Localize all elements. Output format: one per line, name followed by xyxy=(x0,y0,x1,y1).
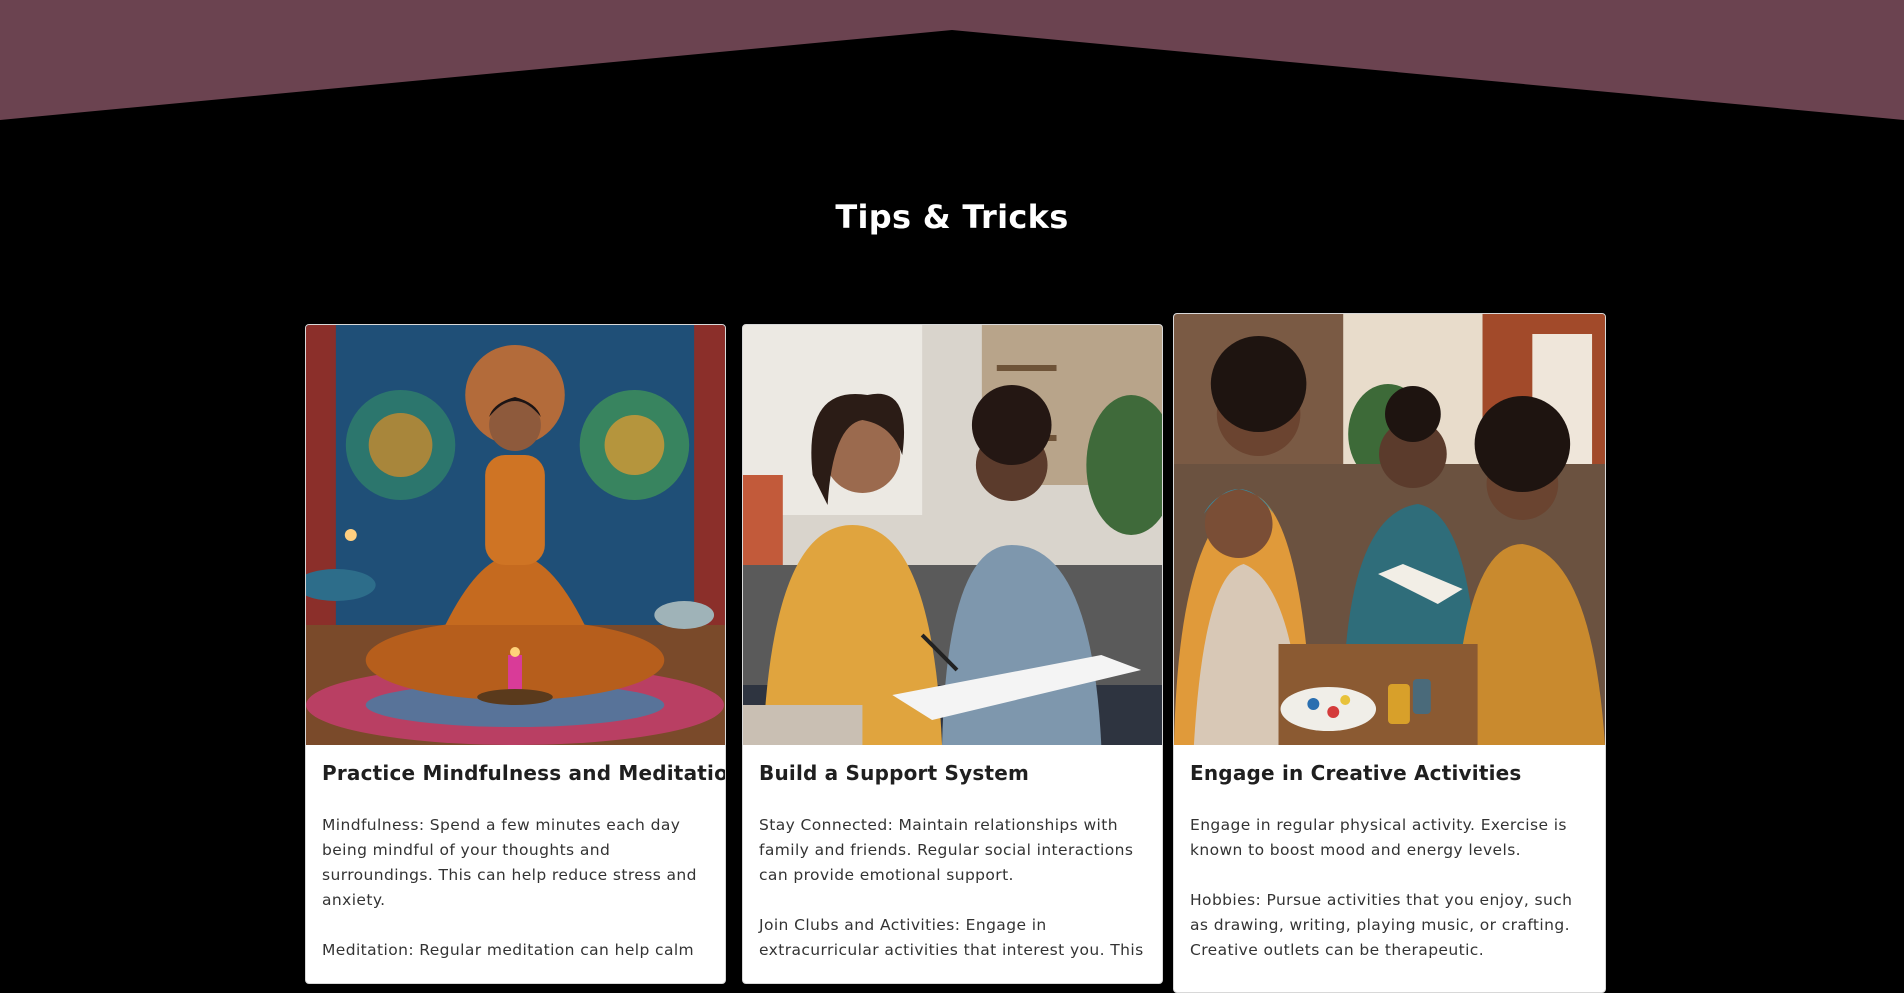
card-paragraph: Meditation: Regular meditation can help … xyxy=(322,941,695,959)
tip-card-support-system[interactable]: Build a Support System Stay Connected: M… xyxy=(742,324,1163,984)
meditation-image xyxy=(306,325,725,745)
group-painting-icon xyxy=(1174,314,1605,745)
card-title: Build a Support System xyxy=(759,761,1030,785)
support-system-image xyxy=(743,325,1162,745)
friends-talking-icon xyxy=(743,325,1162,745)
card-paragraph: Engage in regular physical activity. Exe… xyxy=(1190,816,1567,859)
card-title: Practice Mindfulness and Meditation xyxy=(322,761,726,785)
card-paragraph: Hobbies: Pursue activities that you enjo… xyxy=(1190,891,1573,959)
section-title: Tips & Tricks xyxy=(835,198,1069,236)
tip-card-mindfulness[interactable]: Practice Mindfulness and Meditation Mind… xyxy=(305,324,726,984)
card-title: Engage in Creative Activities xyxy=(1190,761,1522,785)
card-paragraph: Stay Connected: Maintain relationships w… xyxy=(759,816,1134,884)
card-paragraph: Mindfulness: Spend a few minutes each da… xyxy=(322,816,697,909)
tip-card-creative-activities[interactable]: Engage in Creative Activities Engage in … xyxy=(1173,313,1606,993)
creative-activities-image xyxy=(1174,314,1605,745)
card-paragraph: Join Clubs and Activities: Engage in ext… xyxy=(759,916,1144,959)
top-decorative-band xyxy=(0,0,1904,120)
woman-meditating-icon xyxy=(306,325,725,745)
